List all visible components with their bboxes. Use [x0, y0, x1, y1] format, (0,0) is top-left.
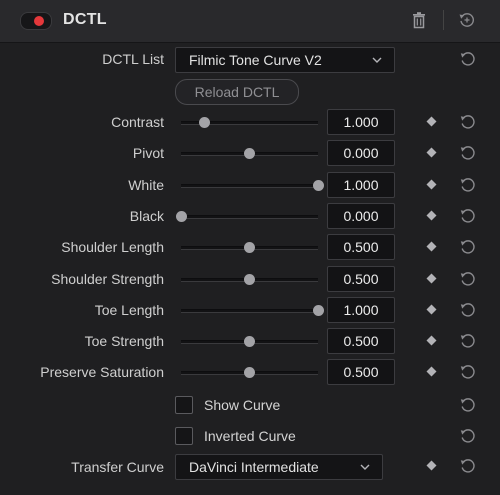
param-label: Toe Strength: [84, 333, 164, 349]
reset-icon[interactable]: [459, 301, 477, 319]
keyframe-diamond-icon[interactable]: [426, 304, 437, 315]
inverted-curve-checkbox[interactable]: [175, 427, 193, 445]
reset-icon[interactable]: [459, 50, 477, 68]
param-value-field[interactable]: 0.500: [327, 328, 395, 354]
reset-icon[interactable]: [459, 270, 477, 288]
reset-icon[interactable]: [459, 238, 477, 256]
slider-handle[interactable]: [175, 211, 187, 222]
param-label: White: [128, 177, 164, 193]
reset-icon[interactable]: [459, 207, 477, 225]
reset-icon[interactable]: [459, 144, 477, 162]
reset-icon[interactable]: [459, 396, 477, 414]
param-label: Contrast: [111, 114, 164, 130]
param-label: Black: [129, 208, 164, 224]
dctl-list-value: Filmic Tone Curve V2: [189, 52, 322, 68]
param-slider[interactable]: [181, 336, 318, 347]
param-label: Pivot: [132, 145, 164, 161]
param-value-field[interactable]: 1.000: [327, 297, 395, 323]
toggle-indicator: [34, 16, 44, 26]
slider-handle[interactable]: [312, 305, 324, 316]
panel-title: DCTL: [63, 11, 107, 28]
keyframe-diamond-icon[interactable]: [426, 116, 437, 127]
transfer-curve-label: Transfer Curve: [71, 459, 164, 475]
reset-icon[interactable]: [459, 176, 477, 194]
param-label: Shoulder Length: [61, 239, 164, 255]
show-curve-label: Show Curve: [204, 397, 281, 413]
dctl-list-label: DCTL List: [102, 51, 164, 67]
param-value-field[interactable]: 0.000: [327, 203, 395, 229]
chevron-down-icon: [360, 464, 370, 470]
reset-icon[interactable]: [459, 113, 477, 131]
reset-icon[interactable]: [459, 457, 477, 475]
param-slider[interactable]: [181, 367, 318, 378]
trash-icon[interactable]: [410, 11, 428, 29]
keyframe-diamond-icon[interactable]: [426, 273, 437, 284]
transfer-curve-value: DaVinci Intermediate: [189, 459, 319, 475]
keyframe-diamond-icon[interactable]: [426, 366, 437, 377]
param-slider[interactable]: [181, 274, 318, 285]
param-label: Preserve Saturation: [40, 364, 164, 380]
keyframe-diamond-icon[interactable]: [426, 147, 437, 158]
param-slider[interactable]: [175, 211, 318, 222]
header-divider: [443, 10, 444, 30]
param-value-field[interactable]: 0.500: [327, 266, 395, 292]
param-slider[interactable]: [181, 242, 318, 253]
show-curve-checkbox[interactable]: [175, 396, 193, 414]
chevron-down-icon: [372, 57, 382, 63]
slider-handle[interactable]: [244, 336, 255, 347]
transfer-curve-dropdown[interactable]: DaVinci Intermediate: [175, 454, 383, 480]
param-value-field[interactable]: 1.000: [327, 172, 395, 198]
reload-dctl-button[interactable]: Reload DCTL: [175, 79, 299, 105]
slider-handle[interactable]: [198, 117, 210, 128]
reset-icon[interactable]: [459, 427, 477, 445]
slider-handle[interactable]: [312, 180, 324, 191]
slider-handle[interactable]: [244, 367, 255, 378]
slider-handle[interactable]: [244, 274, 255, 285]
reset-all-icon[interactable]: [458, 11, 476, 29]
param-value-field[interactable]: 0.500: [327, 234, 395, 260]
enable-toggle[interactable]: [20, 12, 52, 30]
param-slider[interactable]: [181, 305, 324, 316]
dctl-panel: DCTL DCTL List Filmic Tone Curve V2 Relo…: [0, 0, 500, 495]
param-value-field[interactable]: 0.500: [327, 359, 395, 385]
slider-handle[interactable]: [244, 242, 255, 253]
keyframe-diamond-icon[interactable]: [426, 210, 437, 221]
panel-header: DCTL: [0, 0, 500, 43]
keyframe-diamond-icon[interactable]: [426, 335, 437, 346]
param-value-field[interactable]: 0.000: [327, 140, 395, 166]
param-slider[interactable]: [181, 148, 318, 159]
param-label: Toe Length: [94, 302, 164, 318]
param-slider[interactable]: [181, 180, 324, 191]
reset-icon[interactable]: [459, 363, 477, 381]
keyframe-diamond-icon[interactable]: [426, 460, 437, 471]
keyframe-diamond-icon[interactable]: [426, 179, 437, 190]
inverted-curve-label: Inverted Curve: [204, 428, 296, 444]
param-slider[interactable]: [181, 117, 318, 128]
dctl-list-dropdown[interactable]: Filmic Tone Curve V2: [175, 47, 395, 73]
param-value-field[interactable]: 1.000: [327, 109, 395, 135]
reset-icon[interactable]: [459, 332, 477, 350]
param-label: Shoulder Strength: [51, 271, 164, 287]
slider-handle[interactable]: [244, 148, 255, 159]
keyframe-diamond-icon[interactable]: [426, 241, 437, 252]
